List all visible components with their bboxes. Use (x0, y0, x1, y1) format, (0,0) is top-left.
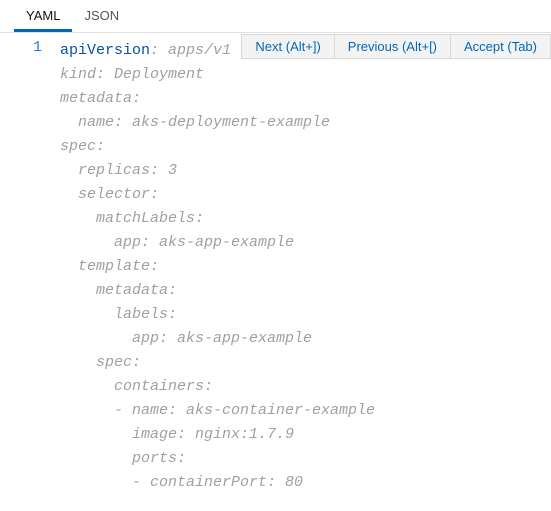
code-key-typed: apiVersion (60, 42, 150, 59)
tab-json[interactable]: JSON (72, 0, 131, 32)
code-suggestion-line: metadata: (60, 90, 141, 107)
code-suggestion-line: containers: (60, 378, 213, 395)
code-suggestion-line: metadata: (60, 282, 177, 299)
code-suggestion-line: name: aks-deployment-example (60, 114, 330, 131)
next-suggestion-button[interactable]: Next (Alt+]) (242, 35, 334, 58)
code-value: apps/v1 (168, 42, 231, 59)
code-suggestion-line: spec: (60, 354, 141, 371)
code-suggestion-line: app: aks-app-example (60, 234, 294, 251)
code-colon: : (150, 42, 168, 59)
code-suggestion-line: image: nginx:1.7.9 (60, 426, 294, 443)
tab-yaml[interactable]: YAML (14, 0, 72, 32)
tab-bar: YAML JSON Next (Alt+]) Previous (Alt+[) … (0, 0, 551, 33)
code-suggestion-line: replicas: 3 (60, 162, 177, 179)
code-suggestion-line: ports: (60, 450, 186, 467)
line-number: 1 (0, 39, 42, 56)
code-editor[interactable]: 1 apiVersion: apps/v1 kind: Deployment m… (0, 35, 551, 495)
code-suggestion-line: labels: (60, 306, 177, 323)
code-content[interactable]: apiVersion: apps/v1 kind: Deployment met… (60, 35, 551, 495)
previous-suggestion-button[interactable]: Previous (Alt+[) (335, 35, 451, 58)
line-number-gutter: 1 (0, 35, 60, 495)
suggestion-toolbar: Next (Alt+]) Previous (Alt+[) Accept (Ta… (241, 34, 551, 59)
code-suggestion-line: - name: aks-container-example (60, 402, 375, 419)
code-suggestion-line: template: (60, 258, 159, 275)
accept-suggestion-button[interactable]: Accept (Tab) (451, 35, 550, 58)
code-suggestion-line: matchLabels: (60, 210, 204, 227)
code-suggestion-line: - containerPort: 80 (60, 474, 303, 491)
code-suggestion-line: selector: (60, 186, 159, 203)
code-suggestion-line: app: aks-app-example (60, 330, 312, 347)
code-suggestion-line: kind: Deployment (60, 66, 204, 83)
code-suggestion-line: spec: (60, 138, 105, 155)
